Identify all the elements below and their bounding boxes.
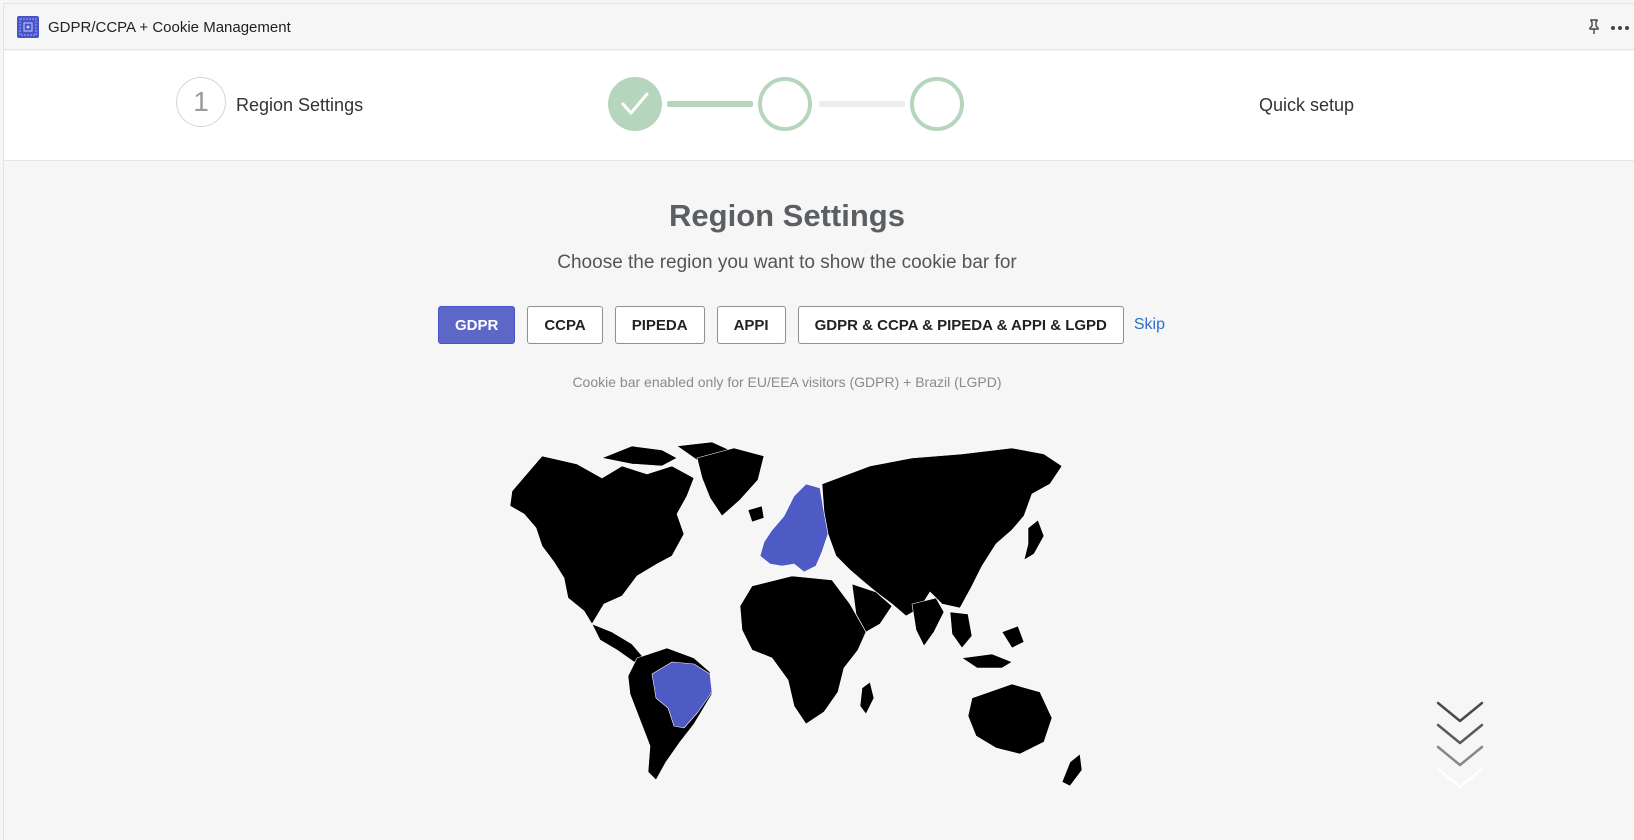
map-australia [967, 683, 1053, 755]
step-2-circle [758, 77, 812, 131]
region-info-text: Cookie bar enabled only for EU/EEA visit… [572, 374, 1002, 390]
region-ccpa-button[interactable]: CCPA [527, 306, 603, 344]
progress-connector-pending [819, 101, 905, 107]
map-north-america [509, 455, 695, 625]
pin-icon[interactable] [1586, 18, 1602, 36]
skip-link[interactable]: Skip [1134, 316, 1165, 334]
setup-stepper: 1 Region Settings Quick setup [4, 51, 1634, 161]
page-title: Region Settings [669, 198, 905, 233]
step-number-circle: 1 [176, 77, 226, 127]
app-frame: GDPR/CCPA + Cookie Management 1 Region S… [3, 3, 1634, 840]
map-japan [1023, 519, 1045, 561]
map-arctic-islands [601, 445, 678, 467]
map-greenland [696, 447, 765, 517]
world-map [509, 441, 1083, 787]
region-all-button[interactable]: GDPR & CCPA & PIPEDA & APPI & LGPD [797, 306, 1124, 344]
app-grid-icon [17, 16, 39, 38]
region-appi-button[interactable]: APPI [716, 306, 786, 344]
progress-connector-done [667, 101, 753, 107]
page-subtitle: Choose the region you want to show the c… [557, 252, 1017, 273]
more-horizontal-icon[interactable] [1610, 18, 1630, 36]
map-central-america [591, 623, 645, 663]
app-title: GDPR/CCPA + Cookie Management [48, 19, 291, 36]
current-step-label: Region Settings [236, 95, 364, 115]
title-bar: GDPR/CCPA + Cookie Management [4, 4, 1634, 50]
region-button-group: GDPR CCPA PIPEDA APPI GDPR & CCPA & PIPE… [438, 305, 1165, 345]
step-progress-indicator [608, 77, 964, 131]
map-eu-region [759, 483, 829, 573]
scroll-down-chevrons-icon[interactable] [1432, 697, 1488, 793]
region-settings-panel: Region Settings Choose the region you wa… [4, 162, 1634, 840]
map-africa [739, 575, 867, 725]
region-gdpr-button[interactable]: GDPR [438, 306, 516, 344]
region-pipeda-button[interactable]: PIPEDA [614, 306, 705, 344]
step-3-circle [910, 77, 964, 131]
step-1-complete-circle [608, 77, 662, 131]
quick-setup-label: Quick setup [1259, 95, 1355, 115]
